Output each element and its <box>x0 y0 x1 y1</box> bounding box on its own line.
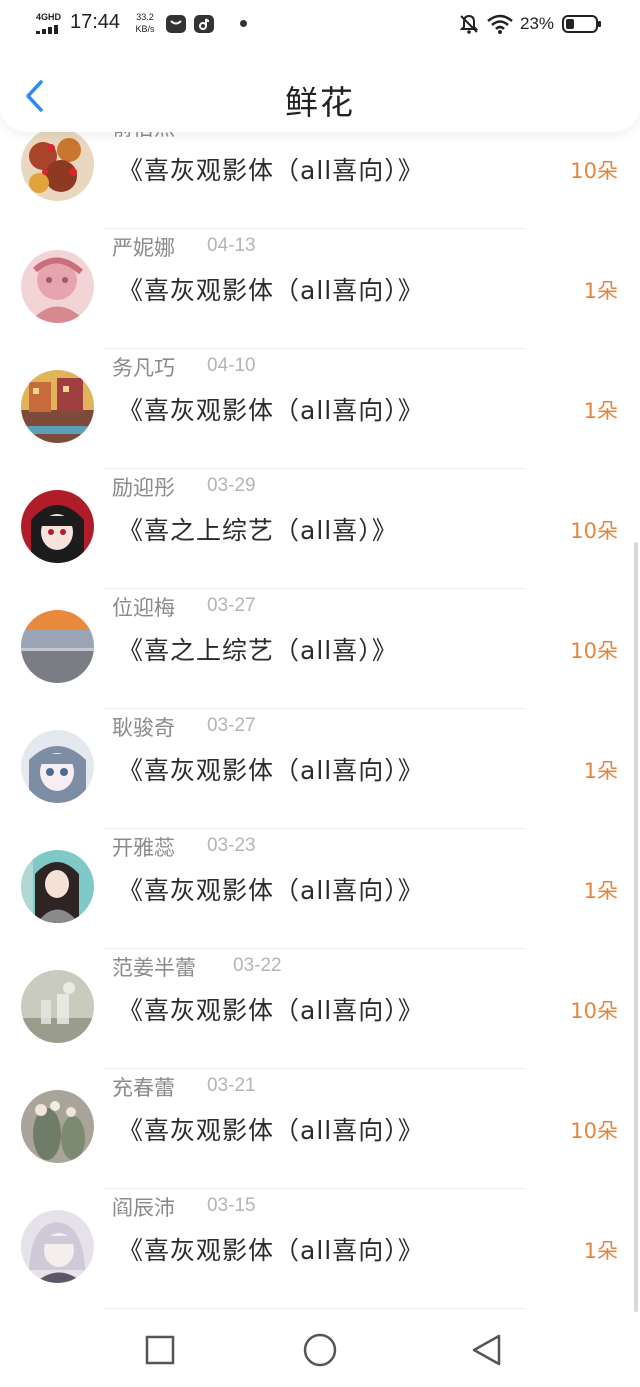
flower-list: 俞佁然 04-13 《喜灰观影体（all喜向）》 10朵 严妮娜 04-13 《… <box>0 132 640 1312</box>
user-name: 位迎梅 <box>112 596 175 620</box>
work-title: 《喜灰观影体（all喜向）》 <box>118 156 424 185</box>
status-bar: 4GHD 17:44 33.2 KB/s 23% <box>0 0 640 50</box>
clock: 17:44 <box>70 11 121 33</box>
app-header: 鲜花 <box>0 50 640 132</box>
user-name: 耿骏奇 <box>112 716 175 740</box>
user-name: 严妮娜 <box>112 236 175 260</box>
divider <box>104 948 526 949</box>
post-date: 03-27 <box>207 595 256 616</box>
system-nav-bar <box>0 1312 640 1387</box>
network-speed: 33.2 KB/s <box>130 11 160 35</box>
post-date: 03-21 <box>207 1075 256 1096</box>
app-notification-icon <box>166 15 186 33</box>
battery-icon <box>562 15 602 33</box>
user-name: 励迎彤 <box>112 476 175 500</box>
flower-count: 1朵 <box>583 1239 618 1263</box>
flower-count: 1朵 <box>583 279 618 303</box>
list-item[interactable]: 开雅蕊 03-23 《喜灰观影体（all喜向）》 1朵 <box>0 832 640 952</box>
speed-value: 33.2 <box>136 12 154 22</box>
battery-percent: 23% <box>520 14 555 33</box>
work-title: 《喜灰观影体（all喜向）》 <box>118 1236 424 1265</box>
divider <box>104 1068 526 1069</box>
work-title: 《喜灰观影体（all喜向）》 <box>118 876 424 905</box>
post-date: 03-29 <box>207 475 256 496</box>
avatar <box>21 250 94 323</box>
divider <box>104 828 526 829</box>
flower-count: 10朵 <box>570 159 618 183</box>
list-item[interactable]: 充春蕾 03-21 《喜灰观影体（all喜向）》 10朵 <box>0 1072 640 1192</box>
user-name: 务凡巧 <box>112 356 175 380</box>
avatar <box>21 1210 94 1283</box>
flower-count: 10朵 <box>570 639 618 663</box>
flower-count: 10朵 <box>570 999 618 1023</box>
mute-icon <box>458 13 480 35</box>
user-name: 阎辰沛 <box>112 1196 175 1220</box>
user-name: 开雅蕊 <box>112 836 175 860</box>
flower-count: 1朵 <box>583 879 618 903</box>
avatar <box>21 370 94 443</box>
avatar <box>21 970 94 1043</box>
divider <box>104 468 526 469</box>
list-item[interactable]: 俞佁然 04-13 《喜灰观影体（all喜向）》 10朵 <box>0 132 640 232</box>
avatar <box>21 132 94 201</box>
list-item[interactable]: 严妮娜 04-13 《喜灰观影体（all喜向）》 1朵 <box>0 232 640 352</box>
list-item[interactable]: 阎辰沛 03-15 《喜灰观影体（all喜向）》 1朵 <box>0 1192 640 1312</box>
page-title: 鲜花 <box>285 83 355 122</box>
post-date: 03-23 <box>207 835 256 856</box>
list-item[interactable]: 励迎彤 03-29 《喜之上综艺（all喜）》 10朵 <box>0 472 640 592</box>
work-title: 《喜灰观影体（all喜向）》 <box>118 396 424 425</box>
network-type: 4GHD <box>36 12 62 22</box>
work-title: 《喜灰观影体（all喜向）》 <box>118 996 424 1025</box>
post-date: 04-13 <box>207 132 256 137</box>
user-name: 充春蕾 <box>112 1076 175 1100</box>
flower-count: 1朵 <box>583 759 618 783</box>
work-title: 《喜灰观影体（all喜向）》 <box>118 1116 424 1145</box>
avatar <box>21 850 94 923</box>
home-circle-icon <box>303 1333 337 1367</box>
nav-back-button[interactable] <box>466 1330 506 1370</box>
recents-square-icon <box>145 1335 175 1365</box>
divider <box>104 228 526 229</box>
list-item[interactable]: 位迎梅 03-27 《喜之上综艺（all喜）》 10朵 <box>0 592 640 712</box>
post-date: 03-22 <box>233 955 282 976</box>
post-date: 04-13 <box>207 235 256 256</box>
flower-count: 1朵 <box>583 399 618 423</box>
divider <box>104 588 526 589</box>
list-item[interactable]: 务凡巧 04-10 《喜灰观影体（all喜向）》 1朵 <box>0 352 640 472</box>
avatar <box>21 730 94 803</box>
back-triangle-icon <box>472 1334 501 1366</box>
wifi-icon <box>486 13 514 35</box>
user-name: 俞佁然 <box>112 132 175 142</box>
list-item[interactable]: 耿骏奇 03-27 《喜灰观影体（all喜向）》 1朵 <box>0 712 640 832</box>
post-date: 04-10 <box>207 355 256 376</box>
divider <box>104 708 526 709</box>
avatar <box>21 1090 94 1163</box>
divider <box>104 1308 526 1309</box>
post-date: 03-27 <box>207 715 256 736</box>
post-date: 03-15 <box>207 1195 256 1216</box>
flower-count: 10朵 <box>570 1119 618 1143</box>
recents-button[interactable] <box>140 1330 180 1370</box>
work-title: 《喜灰观影体（all喜向）》 <box>118 756 424 785</box>
speed-unit: KB/s <box>135 24 155 34</box>
scrollbar[interactable] <box>634 542 638 1312</box>
flower-count: 10朵 <box>570 519 618 543</box>
work-title: 《喜之上综艺（all喜）》 <box>118 516 398 545</box>
home-button[interactable] <box>300 1330 340 1370</box>
user-name: 范姜半蕾 <box>112 956 196 980</box>
work-title: 《喜灰观影体（all喜向）》 <box>118 276 424 305</box>
signal-icon: 4GHD <box>36 12 62 36</box>
tiktok-icon <box>194 15 214 33</box>
avatar <box>21 610 94 683</box>
divider <box>104 1188 526 1189</box>
avatar <box>21 490 94 563</box>
list-item[interactable]: 范姜半蕾 03-22 《喜灰观影体（all喜向）》 10朵 <box>0 952 640 1072</box>
dot-icon <box>240 20 247 27</box>
divider <box>104 348 526 349</box>
work-title: 《喜之上综艺（all喜）》 <box>118 636 398 665</box>
